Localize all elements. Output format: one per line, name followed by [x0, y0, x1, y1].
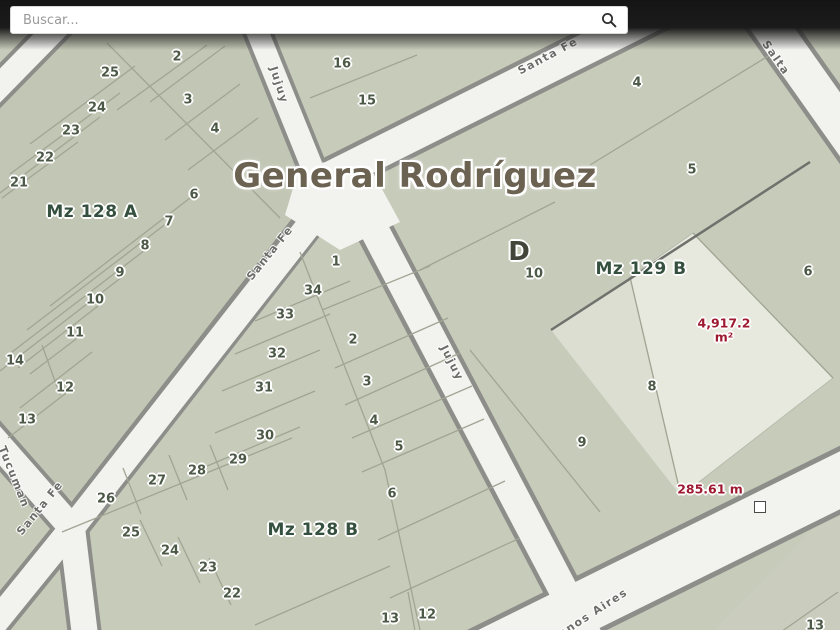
vertex-handle-square[interactable] — [754, 501, 766, 513]
top-search-bar — [0, 0, 840, 50]
search-icon[interactable] — [601, 12, 617, 28]
search-input[interactable] — [11, 7, 627, 33]
map-viewer: General Rodríguez Mz 128 A Mz 129 B Mz 128 … — [0, 0, 840, 630]
search-box — [10, 6, 628, 34]
map-canvas[interactable] — [0, 0, 840, 630]
